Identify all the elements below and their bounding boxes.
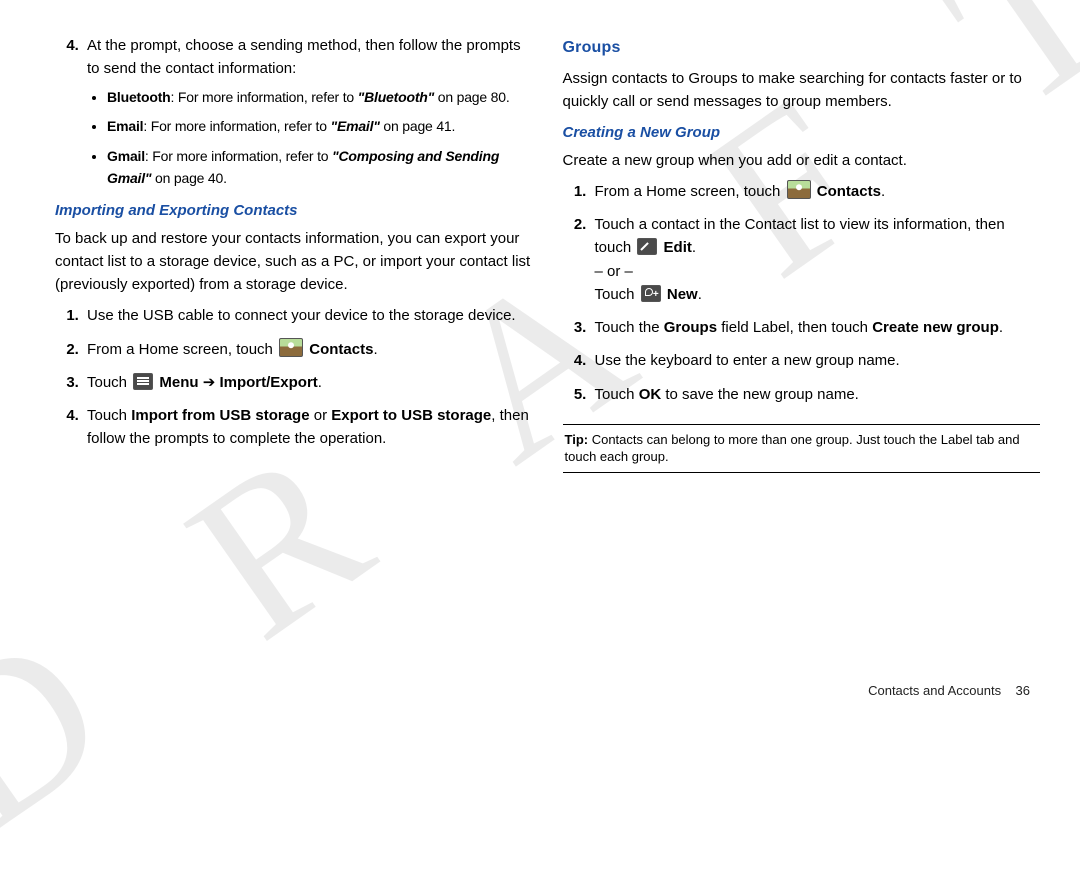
groups-heading: Groups [563, 36, 1041, 61]
list-item: At the prompt, choose a sending method, … [83, 34, 533, 189]
importing-intro: To back up and restore your contacts inf… [55, 227, 533, 297]
tip-label: Tip: [565, 432, 589, 447]
list-item: Touch Menu ➔ Import/Export. [83, 371, 533, 394]
import-steps: Use the USB cable to connect your device… [55, 304, 533, 450]
tip-text: Contacts can belong to more than one gro… [565, 432, 1020, 465]
option-label: Gmail [107, 148, 145, 164]
list-item: Email: For more information, refer to "E… [107, 116, 533, 138]
list-item: Touch Import from USB storage or Export … [83, 404, 533, 451]
left-column: At the prompt, choose a sending method, … [55, 30, 533, 700]
list-item: Touch a contact in the Contact list to v… [591, 213, 1041, 306]
page-content: At the prompt, choose a sending method, … [0, 0, 1080, 720]
create-group-steps: From a Home screen, touch Contacts. Touc… [563, 180, 1041, 406]
contacts-icon [787, 180, 811, 199]
list-item: Gmail: For more information, refer to "C… [107, 146, 533, 189]
new-icon [641, 285, 661, 302]
option-label: Bluetooth [107, 89, 171, 105]
send-method-list: At the prompt, choose a sending method, … [55, 34, 533, 189]
list-item: From a Home screen, touch Contacts. [591, 180, 1041, 203]
list-item: From a Home screen, touch Contacts. [83, 338, 533, 361]
step-text: At the prompt, choose a sending method, … [87, 37, 521, 77]
option-label: Email [107, 118, 143, 134]
edit-icon [637, 238, 657, 255]
importing-heading: Importing and Exporting Contacts [55, 199, 533, 222]
list-item: Use the USB cable to connect your device… [83, 304, 533, 327]
groups-intro: Assign contacts to Groups to make search… [563, 67, 1041, 114]
list-item: Bluetooth: For more information, refer t… [107, 87, 533, 109]
tip-box: Tip: Contacts can belong to more than on… [563, 424, 1041, 473]
creating-intro: Create a new group when you add or edit … [563, 149, 1041, 172]
list-item: Use the keyboard to enter a new group na… [591, 349, 1041, 372]
list-item: Touch OK to save the new group name. [591, 383, 1041, 406]
creating-group-heading: Creating a New Group [563, 121, 1041, 144]
contacts-icon [279, 338, 303, 357]
right-column: Groups Assign contacts to Groups to make… [563, 30, 1041, 700]
list-item: Touch the Groups field Label, then touch… [591, 316, 1041, 339]
send-options: Bluetooth: For more information, refer t… [87, 87, 533, 190]
or-divider: – or – [595, 260, 1041, 283]
alt-option: Touch New. [595, 283, 1041, 306]
menu-icon [133, 373, 153, 390]
